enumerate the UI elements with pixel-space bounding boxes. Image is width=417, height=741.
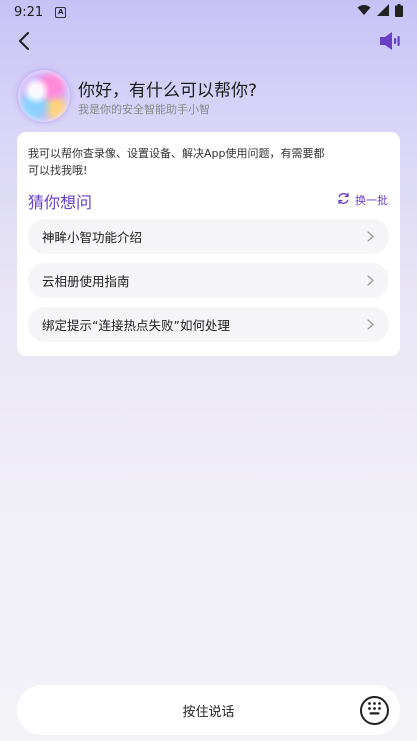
question-list: 神眸小智功能介绍 云相册使用指南 绑定提示“连接热点失败”如何处理 (28, 219, 389, 351)
question-item-cloud-album[interactable]: 云相册使用指南 (28, 263, 389, 298)
chevron-right-icon (365, 231, 375, 243)
nav-bar (0, 28, 417, 58)
question-label: 云相册使用指南 (42, 274, 130, 289)
suggestion-card: 我可以帮你查录像、设置设备、解决App使用问题，有需要都可以找我哦! 猜你想问 … (17, 132, 400, 356)
battery-icon (395, 3, 403, 21)
status-icons (357, 3, 403, 21)
refresh-icon (337, 192, 350, 208)
cellular-signal-icon (377, 4, 389, 20)
status-bar: 9:21 A (0, 0, 417, 24)
question-item-hotspot-failure[interactable]: 绑定提示“连接热点失败”如何处理 (28, 307, 389, 342)
question-label: 神眸小智功能介绍 (42, 230, 143, 245)
keyboard-icon (367, 701, 382, 720)
assistant-avatar (18, 70, 70, 122)
assistant-header: 你好，有什么可以帮你? 我是你的安全智能助手小智 (18, 70, 408, 126)
guess-title: 猜你想问 (28, 193, 93, 212)
hold-to-talk-button[interactable]: 按住说话 (17, 685, 400, 735)
chevron-left-icon (18, 32, 30, 54)
speaker-button[interactable] (377, 30, 403, 56)
chevron-right-icon (365, 275, 375, 287)
question-item-feature-intro[interactable]: 神眸小智功能介绍 (28, 219, 389, 254)
intro-text: 我可以帮你查录像、设置设备、解决App使用问题，有需要都可以找我哦! (28, 147, 325, 177)
keyboard-button[interactable] (360, 696, 389, 725)
greeting-subtitle: 我是你的安全智能助手小智 (78, 103, 210, 116)
a-notification-icon: A (55, 6, 67, 18)
wifi-icon (357, 4, 371, 20)
hold-to-talk-label: 按住说话 (182, 704, 235, 720)
status-time: 9:21 (14, 4, 44, 20)
back-button[interactable] (12, 30, 36, 56)
speaker-icon (379, 31, 401, 55)
greeting-title: 你好，有什么可以帮你? (78, 81, 258, 101)
refresh-button[interactable]: 换一批 (337, 192, 388, 208)
chevron-right-icon (365, 319, 375, 331)
refresh-label: 换一批 (355, 194, 388, 207)
question-label: 绑定提示“连接热点失败”如何处理 (42, 318, 230, 333)
bottom-input-bar: 按住说话 (17, 685, 400, 735)
